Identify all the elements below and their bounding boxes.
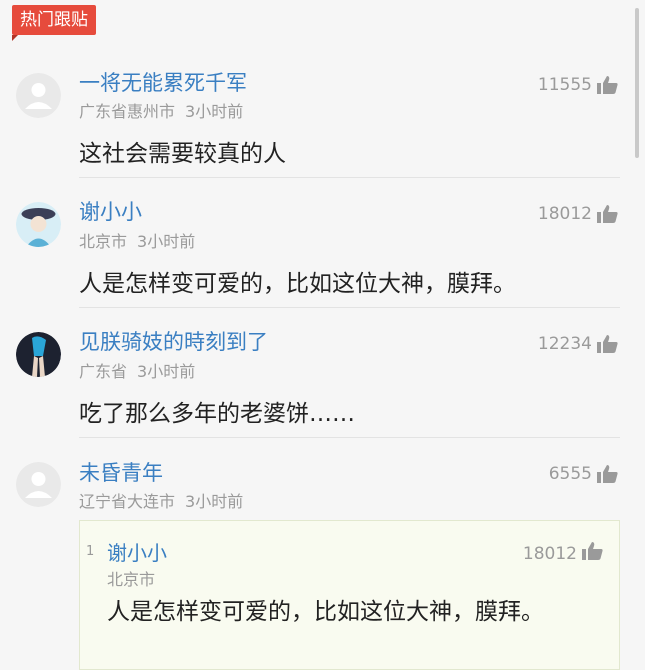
comment-location: 辽宁省大连市 (79, 492, 176, 511)
comment-content: 吃了那么多年的老婆饼…… (79, 401, 355, 427)
thumbs-up-icon (596, 204, 620, 224)
comment-location: 广东省 (79, 362, 128, 381)
like-button[interactable]: 18012 (538, 204, 620, 224)
avatar[interactable] (16, 202, 61, 247)
comment-content: 这社会需要较真的人 (79, 141, 286, 167)
thumbs-up-icon (596, 75, 620, 95)
divider (79, 437, 620, 438)
like-count: 11555 (537, 75, 592, 95)
floor-number: 1 (86, 544, 95, 559)
comment-username[interactable]: 未昏青年 (79, 457, 163, 487)
default-avatar-icon[interactable] (16, 462, 61, 507)
comment-content: 人是怎样变可爱的，比如这位大神，膜拜。 (79, 271, 516, 297)
like-button[interactable]: 6555 (549, 464, 620, 484)
comment-time: 3小时前 (137, 362, 196, 381)
comment-meta: 辽宁省大连市 3小时前 (79, 488, 243, 512)
thumbs-up-icon (581, 541, 605, 566)
quoted-like-button[interactable]: 18012 (523, 541, 605, 566)
quoted-content: 人是怎样变可爱的，比如这位大神，膜拜。 (107, 599, 544, 625)
quoted-username[interactable]: 谢小小 (107, 537, 167, 566)
comment-location: 广东省惠州市 (79, 102, 176, 121)
thumbs-up-icon (596, 334, 620, 354)
like-count: 6555 (548, 464, 592, 484)
quoted-location: 北京市 (107, 570, 156, 589)
like-count: 18012 (522, 543, 577, 564)
scrollbar[interactable] (635, 8, 639, 158)
divider (79, 307, 620, 308)
like-button[interactable]: 12234 (538, 334, 620, 354)
like-count: 12234 (537, 334, 592, 354)
avatar[interactable] (16, 332, 61, 377)
comment-username[interactable]: 一将无能累死千军 (79, 67, 247, 97)
section-label: 热门跟贴 (12, 5, 96, 41)
comment-meta: 广东省惠州市 3小时前 (79, 98, 243, 122)
thumbs-up-icon (596, 464, 620, 484)
default-avatar-icon[interactable] (16, 73, 61, 118)
comment-time: 3小时前 (185, 102, 244, 121)
comment-time: 3小时前 (137, 232, 196, 251)
like-button[interactable]: 11555 (538, 75, 620, 95)
like-count: 18012 (537, 204, 592, 224)
divider (79, 177, 620, 178)
quoted-comment[interactable]: 1 谢小小 北京市 18012 人是怎样变可爱的，比如这位大神，膜拜。 (79, 520, 620, 670)
comment-location: 北京市 (79, 232, 128, 251)
comment-username[interactable]: 谢小小 (79, 196, 142, 226)
comment-meta: 北京市 3小时前 (79, 228, 195, 252)
comment-username[interactable]: 见朕骑妓的時刻到了 (79, 326, 268, 356)
comment-time: 3小时前 (185, 492, 244, 511)
comment-meta: 广东省 3小时前 (79, 358, 195, 382)
